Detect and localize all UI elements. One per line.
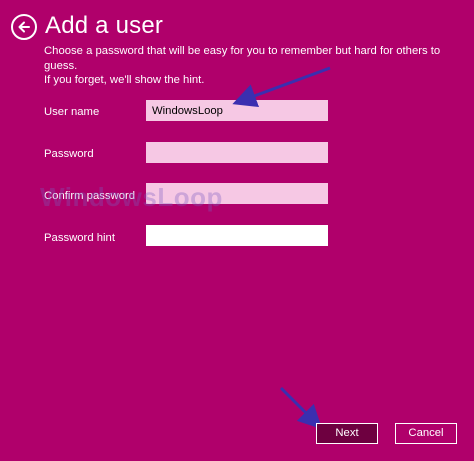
page-title: Add a user [45, 12, 164, 39]
username-label: User name [44, 106, 100, 118]
password-input[interactable] [146, 142, 328, 163]
instructions: Choose a password that will be easy for … [44, 44, 464, 88]
password-hint-input[interactable] [146, 225, 328, 246]
next-button[interactable]: Next [316, 423, 378, 444]
back-button[interactable] [11, 14, 37, 40]
annotation-arrow-next [279, 386, 323, 430]
username-input[interactable] [146, 100, 328, 121]
password-hint-label: Password hint [44, 232, 115, 244]
cancel-button[interactable]: Cancel [395, 423, 457, 444]
password-label: Password [44, 148, 94, 160]
back-arrow-icon [18, 21, 30, 33]
instructions-line-2: If you forget, we'll show the hint. [44, 74, 205, 86]
confirm-password-input[interactable] [146, 183, 328, 204]
confirm-password-label: Confirm password [44, 190, 136, 202]
instructions-line-1: Choose a password that will be easy for … [44, 45, 441, 72]
